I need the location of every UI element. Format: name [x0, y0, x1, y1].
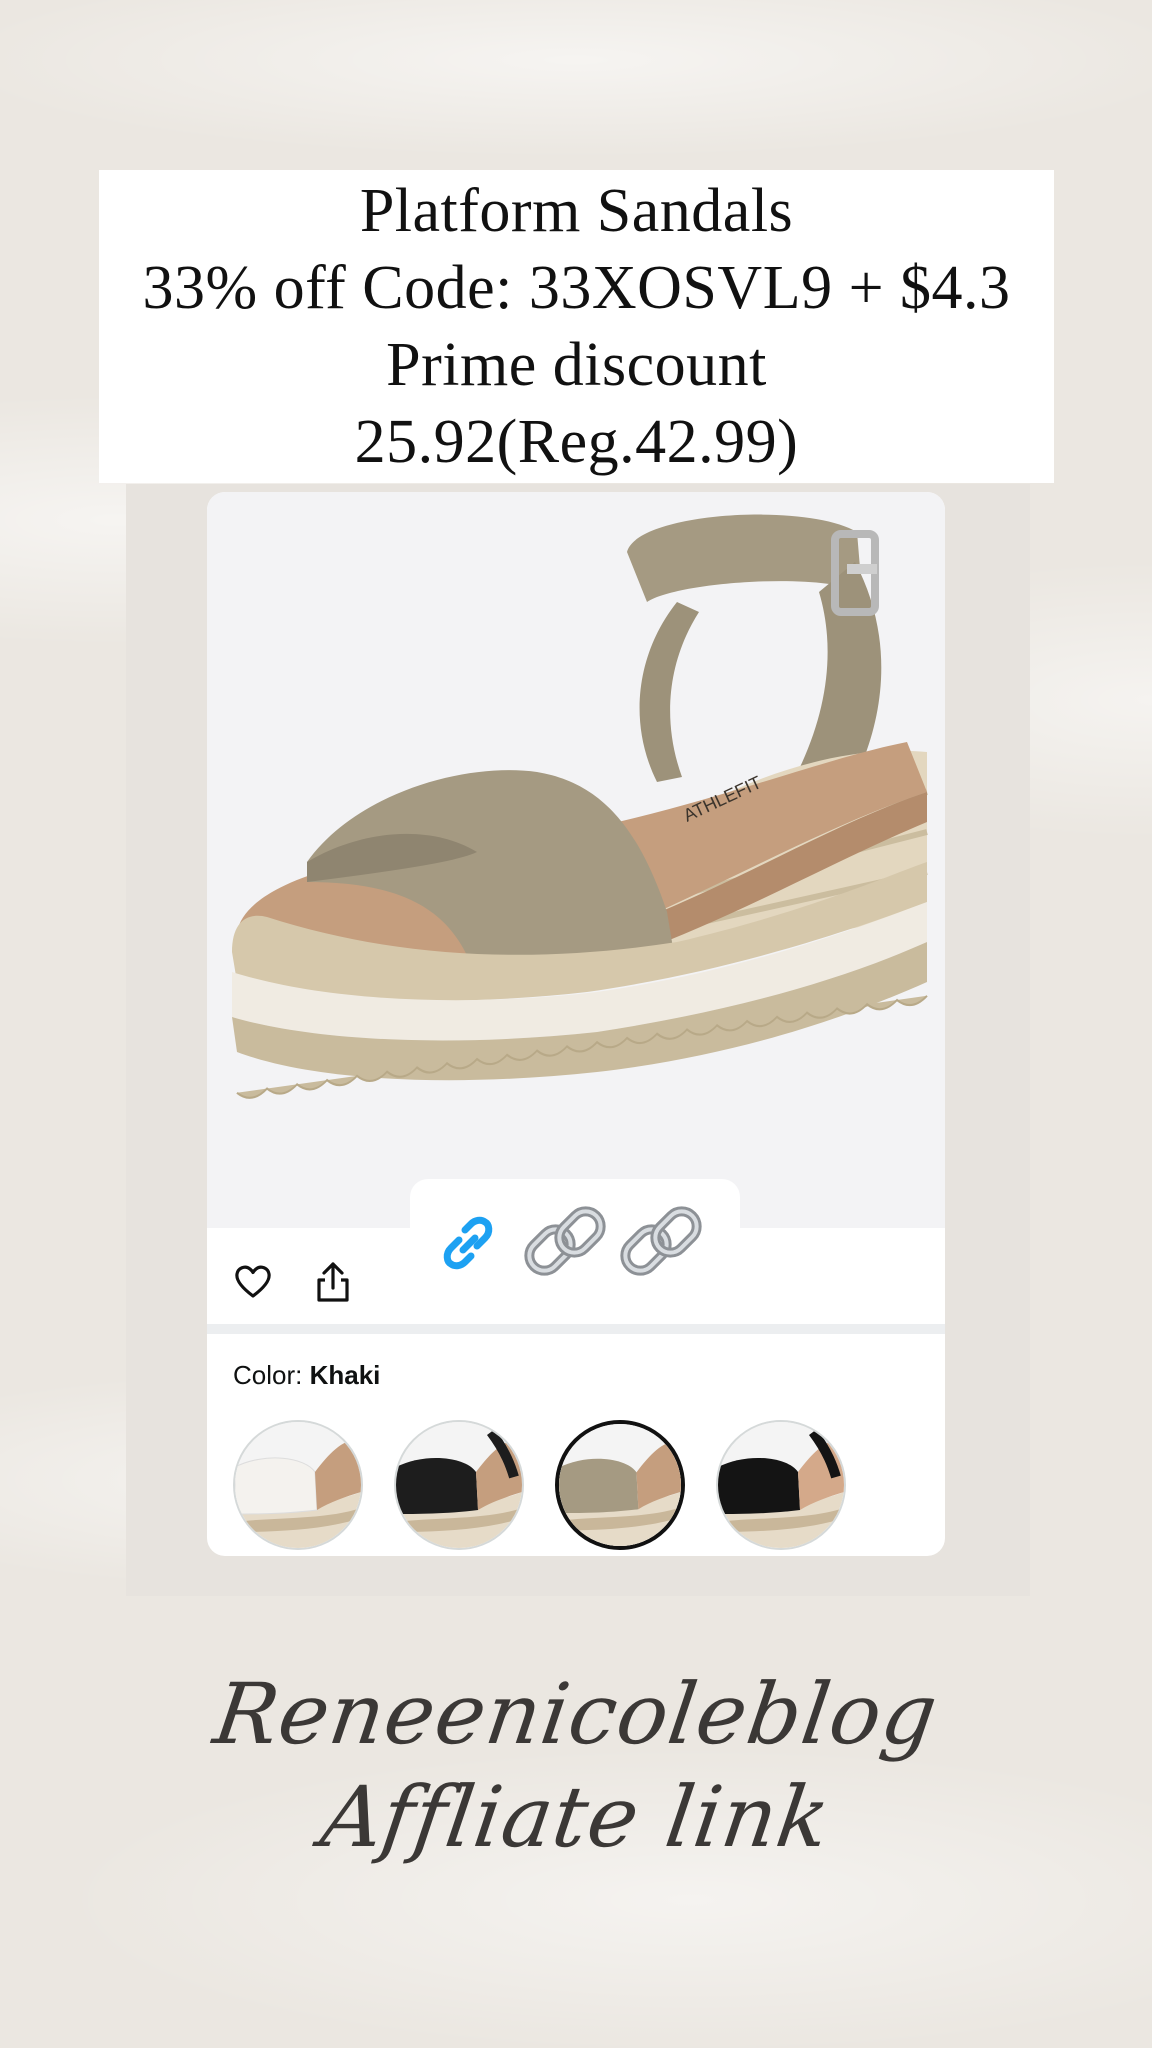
headline-discount: Prime discount: [386, 330, 767, 399]
swatch-black[interactable]: [394, 1420, 524, 1550]
share-icon[interactable]: [313, 1260, 353, 1304]
swatch-khaki[interactable]: [555, 1420, 685, 1550]
section-divider: [207, 1324, 945, 1334]
product-image[interactable]: ATHLEFIT: [207, 492, 945, 1228]
selected-color-name: Khaki: [309, 1360, 381, 1390]
signature-affiliate-note: Affliate link: [315, 1768, 837, 1866]
product-card: ATHLEFIT Color: Khaki: [207, 492, 945, 1556]
heart-icon[interactable]: [233, 1262, 273, 1302]
swatch-black-tan[interactable]: [716, 1420, 846, 1550]
headline-title: Platform Sandals: [359, 176, 794, 245]
chain-link-icon: [517, 1195, 613, 1291]
swatch-white[interactable]: [233, 1420, 363, 1550]
headline-code: 33% off Code: 33XOSVL9 + $4.3: [142, 253, 1011, 322]
color-label-prefix: Color:: [233, 1360, 310, 1390]
signature-blog-name: Reneenicoleblog: [208, 1665, 944, 1763]
color-swatches: [233, 1420, 846, 1550]
headline-price: 25.92(Reg.42.99): [354, 407, 799, 476]
color-selector-label: Color: Khaki: [233, 1360, 380, 1391]
promo-headline: Platform Sandals 33% off Code: 33XOSVL9 …: [99, 170, 1054, 483]
chain-link-icon: [613, 1195, 709, 1291]
link-icon[interactable]: [435, 1210, 501, 1276]
sandal-illustration: ATHLEFIT: [232, 514, 928, 1099]
